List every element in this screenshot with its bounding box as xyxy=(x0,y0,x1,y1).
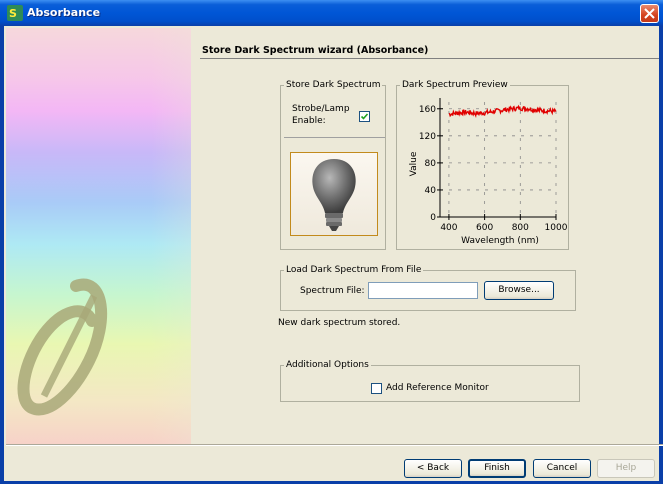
x-tick-label: 1000 xyxy=(545,223,568,233)
window-frame-right xyxy=(659,26,663,484)
close-button[interactable] xyxy=(640,4,659,23)
window-frame-left xyxy=(0,26,4,484)
y-tick-label: 40 xyxy=(425,186,437,196)
chart-ticks: 0 40 80 120 160 400 600 800 1000 xyxy=(419,105,568,233)
help-button[interactable]: Help xyxy=(597,459,655,478)
window-title: Absorbance xyxy=(27,6,101,19)
additional-options-group: Additional Options xyxy=(280,360,580,402)
x-tick-label: 800 xyxy=(512,223,529,233)
wizard-title: Store Dark Spectrum wizard (Absorbance) xyxy=(202,45,429,56)
y-tick-label: 160 xyxy=(419,105,436,115)
status-text: New dark spectrum stored. xyxy=(278,318,401,328)
add-reference-monitor-label: Add Reference Monitor xyxy=(386,383,489,393)
ocean-optics-logo xyxy=(17,278,107,416)
y-tick-label: 0 xyxy=(430,213,436,223)
load-dark-spectrum-legend: Load Dark Spectrum From File xyxy=(286,265,422,275)
cancel-button[interactable]: Cancel xyxy=(533,459,591,478)
y-tick-label: 120 xyxy=(419,132,436,142)
chart-axes xyxy=(439,98,556,218)
additional-options-legend: Additional Options xyxy=(286,360,369,370)
x-axis-label: Wavelength (nm) xyxy=(461,236,539,246)
title-bar: S Absorbance xyxy=(0,0,663,26)
strobe-lamp-label: Strobe/Lamp xyxy=(292,104,350,114)
browse-button[interactable]: Browse... xyxy=(484,281,554,300)
title-divider xyxy=(200,58,659,59)
add-reference-monitor-checkbox[interactable] xyxy=(371,383,382,394)
finish-button[interactable]: Finish xyxy=(468,459,526,478)
back-button[interactable]: < Back xyxy=(404,459,462,478)
button-bar-separator-highlight xyxy=(6,445,663,446)
chart-grid xyxy=(440,102,557,217)
x-tick-label: 600 xyxy=(476,223,493,233)
spectrum-file-input[interactable] xyxy=(368,282,478,299)
spectrum-file-label: Spectrum File: xyxy=(300,286,365,296)
checkmark-icon xyxy=(360,113,369,120)
app-icon: S xyxy=(7,5,23,21)
store-dark-spectrum-legend: Store Dark Spectrum xyxy=(286,80,381,90)
chart-series xyxy=(448,104,557,119)
store-dark-spectrum-button[interactable] xyxy=(290,152,378,236)
strobe-lamp-checkbox[interactable] xyxy=(359,111,370,122)
svg-text:S: S xyxy=(9,7,17,20)
light-bulb-icon xyxy=(312,159,356,231)
close-icon xyxy=(644,8,655,19)
x-tick-label: 400 xyxy=(440,223,457,233)
y-axis-label: Value xyxy=(409,151,419,176)
absorbance-window: S Absorbance Store Dark Spectrum wizard … xyxy=(0,0,663,484)
spectrum-trace xyxy=(448,104,557,119)
dark-spectrum-chart: 0 40 80 120 160 400 600 800 1000 Wavelength (nm)… xyxy=(409,98,568,246)
enable-label: Enable: xyxy=(292,116,326,126)
y-tick-label: 80 xyxy=(425,159,437,169)
store-dark-separator xyxy=(284,137,385,138)
